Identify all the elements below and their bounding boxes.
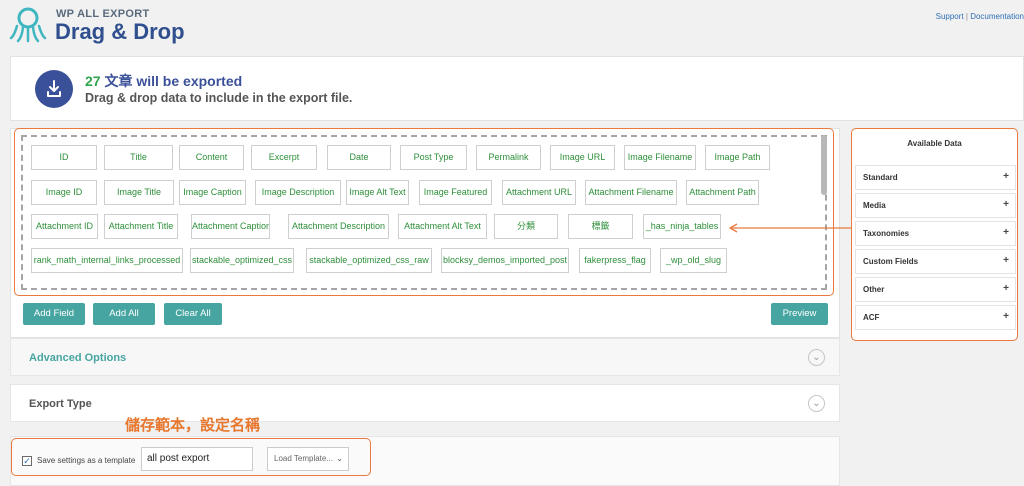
field-chip[interactable]: Image Description <box>255 180 341 205</box>
clear-all-button[interactable]: Clear All <box>164 303 222 325</box>
field-chip[interactable]: Image Filename <box>624 145 696 170</box>
field-chip[interactable]: Image Caption <box>179 180 246 205</box>
field-chip[interactable]: stackable_optimized_css_raw <box>306 248 432 273</box>
documentation-link[interactable]: Documentation <box>970 12 1024 21</box>
field-chip[interactable]: Attachment Title <box>104 214 178 239</box>
available-group-taxonomies[interactable]: Taxonomies + <box>855 221 1016 246</box>
available-group-label: Media <box>863 201 886 210</box>
field-chip[interactable]: Attachment ID <box>31 214 98 239</box>
available-group-label: ACF <box>863 313 880 322</box>
save-template-checkbox[interactable]: ✓ <box>22 456 32 466</box>
available-group-label: Custom Fields <box>863 257 919 266</box>
field-chip[interactable]: _wp_old_slug <box>660 248 727 273</box>
field-chip[interactable]: fakerpress_flag <box>579 248 651 273</box>
available-group-label: Taxonomies <box>863 229 910 238</box>
template-name-input[interactable]: all post export <box>141 447 253 471</box>
selected-fields-highlight: ID Title Content Excerpt Date Post Type Permal… <box>14 128 834 296</box>
available-data-title: Available Data <box>907 139 962 148</box>
chevron-down-icon: ⌄ <box>336 454 343 463</box>
field-chip[interactable]: ID <box>31 145 97 170</box>
advanced-options-section[interactable]: Advanced Options ⌄ <box>10 338 840 376</box>
field-chip[interactable]: Image ID <box>31 180 97 205</box>
chevron-down-icon[interactable]: ⌄ <box>808 349 825 366</box>
field-chip[interactable]: Image Title <box>104 180 174 205</box>
expand-plus-icon[interactable]: + <box>1003 199 1009 210</box>
fields-scrollbar[interactable] <box>821 135 827 195</box>
field-chip[interactable]: 標籤 <box>568 214 633 239</box>
link-separator: | <box>965 12 968 21</box>
field-chip[interactable]: Image Alt Text <box>346 180 409 205</box>
chevron-down-icon[interactable]: ⌄ <box>808 395 825 412</box>
download-icon <box>35 70 73 108</box>
available-group-other[interactable]: Other + <box>855 277 1016 302</box>
preview-button[interactable]: Preview <box>771 303 828 325</box>
available-group-standard[interactable]: Standard + <box>855 165 1016 190</box>
template-annotation: 儲存範本，設定名稱 <box>125 417 261 434</box>
export-count: 27 <box>85 73 101 89</box>
field-chip[interactable]: Title <box>104 145 173 170</box>
field-chip[interactable]: Excerpt <box>251 145 317 170</box>
available-group-acf[interactable]: ACF + <box>855 305 1016 330</box>
expand-plus-icon[interactable]: + <box>1003 171 1009 182</box>
expand-plus-icon[interactable]: + <box>1003 255 1009 266</box>
available-group-label: Other <box>863 285 885 294</box>
available-group-media[interactable]: Media + <box>855 193 1016 218</box>
field-chip[interactable]: blocksy_demos_imported_post <box>441 248 569 273</box>
field-chip[interactable]: Attachment Path <box>686 180 759 205</box>
expand-plus-icon[interactable]: + <box>1003 311 1009 322</box>
field-chip[interactable]: stackable_optimized_css <box>190 248 294 273</box>
export-instructions: Drag & drop data to include in the expor… <box>85 91 353 105</box>
drag-arrow-icon <box>728 223 852 233</box>
field-chip[interactable]: Attachment URL <box>502 180 576 205</box>
octopus-logo-icon <box>9 7 47 43</box>
expand-plus-icon[interactable]: + <box>1003 283 1009 294</box>
export-type-label: Export Type <box>29 398 92 410</box>
selected-fields-dropzone[interactable]: ID Title Content Excerpt Date Post Type Permal… <box>21 135 827 290</box>
field-chip[interactable]: rank_math_internal_links_processed <box>31 248 183 273</box>
field-chip[interactable]: Post Type <box>400 145 467 170</box>
field-chip[interactable]: Attachment Description <box>288 214 389 239</box>
save-template-label: Save settings as a template <box>37 456 136 465</box>
available-data-panel: Available Data Standard + Media + Taxono… <box>851 128 1018 341</box>
add-all-button[interactable]: Add All <box>93 303 155 325</box>
support-link[interactable]: Support <box>936 12 964 21</box>
field-chip[interactable]: Content <box>179 145 244 170</box>
brand-title: Drag & Drop <box>55 19 185 44</box>
load-template-placeholder: Load Template... <box>274 454 334 463</box>
add-field-button[interactable]: Add Field <box>23 303 85 325</box>
advanced-options-label: Advanced Options <box>29 352 127 364</box>
field-chip[interactable]: Date <box>327 145 391 170</box>
field-chip[interactable]: Attachment Filename <box>585 180 677 205</box>
top-links: Support | Documentation <box>936 12 1024 21</box>
available-group-label: Standard <box>863 173 898 182</box>
expand-plus-icon[interactable]: + <box>1003 227 1009 238</box>
field-chip[interactable]: Image URL <box>550 145 615 170</box>
available-group-custom-fields[interactable]: Custom Fields + <box>855 249 1016 274</box>
export-count-suffix: 文章 will be exported <box>100 73 243 89</box>
field-chip[interactable]: Permalink <box>476 145 541 170</box>
load-template-select[interactable]: Load Template... ⌄ <box>267 447 349 471</box>
save-template-highlight: ✓ Save settings as a template all post e… <box>11 438 371 476</box>
export-summary-banner: 27 文章 will be exported Drag & drop data … <box>10 56 1024 121</box>
field-chip[interactable]: _has_ninja_tables <box>643 214 721 239</box>
field-chip[interactable]: Image Path <box>705 145 770 170</box>
field-chip[interactable]: Attachment Alt Text <box>398 214 487 239</box>
export-count-heading: 27 文章 will be exported <box>85 71 242 91</box>
field-chip[interactable]: Image Featured <box>419 180 492 205</box>
field-chip[interactable]: Attachment Caption <box>191 214 270 239</box>
field-chip[interactable]: 分類 <box>494 214 558 239</box>
